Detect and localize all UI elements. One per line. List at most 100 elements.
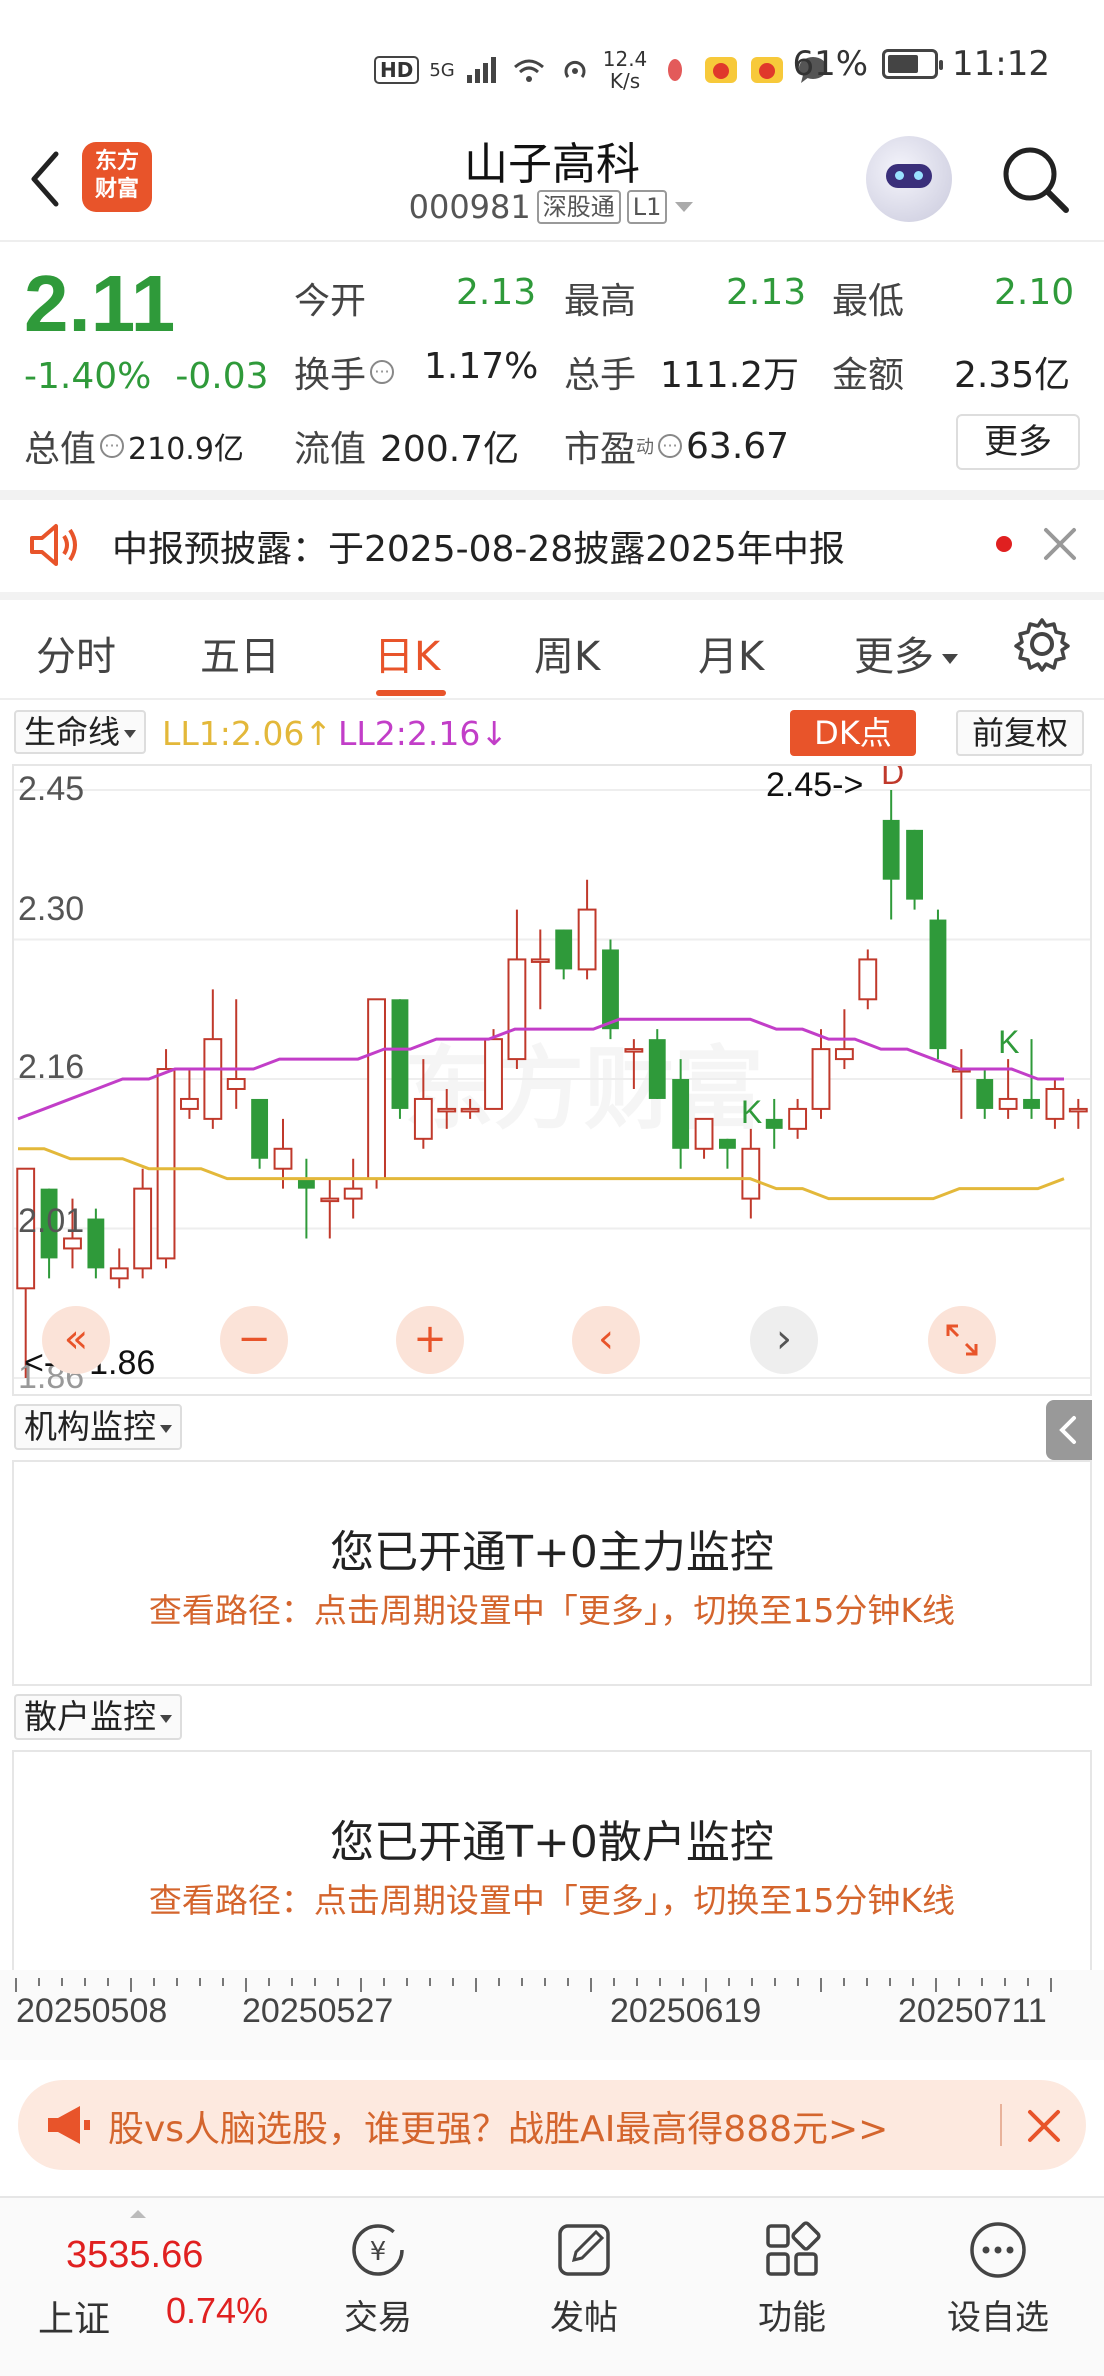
candle-body [906, 829, 923, 900]
monitor-path: 查看路径：点击周期设置中「更多」，切换至15分钟K线 [148, 1881, 956, 1920]
ll1-value: LL1:2.06↑ [162, 714, 333, 753]
turnover-field[interactable]: 换手 ··· [294, 346, 398, 398]
search-icon[interactable] [998, 142, 1072, 216]
candle [741, 1128, 761, 1219]
info-icon: ··· [370, 360, 395, 384]
signal-icon [466, 57, 496, 83]
retail-monitor-select[interactable]: 散户监控 [14, 1694, 182, 1740]
tab-weekly-k[interactable]: 周K [534, 624, 600, 682]
amount-value: 2.35亿 [954, 355, 1071, 396]
battery-icon [882, 49, 944, 79]
dk-point-button[interactable]: DK点 [790, 710, 916, 756]
mcap-field[interactable]: 总值 ··· 210.9亿 [24, 420, 244, 472]
hotspot-icon [564, 60, 586, 78]
candle [577, 879, 597, 980]
rewind-button[interactable]: « [42, 1306, 110, 1374]
app-notification-icon [668, 59, 683, 81]
grid-icon [766, 2221, 821, 2276]
candle [765, 1098, 783, 1149]
candle [156, 1049, 176, 1269]
indicator-select[interactable]: 生命线 [14, 710, 147, 754]
nav-functions[interactable]: 功能 [722, 2218, 862, 2339]
post-edit-icon [558, 2224, 610, 2276]
candle-body [834, 1048, 854, 1061]
kline-chart[interactable]: 东方财富 KDK 2.45 2.30 2.16 2.01 1.86 2.45-> [12, 764, 1092, 1396]
candle-body [343, 1187, 363, 1200]
announcement-bar[interactable]: 中报预披露：于2025-08-28披露2025年中报 [0, 500, 1104, 592]
zoom-in-button[interactable]: + [396, 1306, 464, 1374]
ll2-value: LL2:2.16↓ [338, 714, 509, 753]
retail-monitor-panel[interactable]: 您已开通T+0散户监控 查看路径：点击周期设置中「更多」，切换至15分钟K线 [12, 1750, 1092, 1976]
divider [0, 592, 1104, 600]
side-panel-toggle[interactable] [1046, 1400, 1092, 1460]
announcement-text: 中报预披露：于2025-08-28披露2025年中报 [112, 529, 845, 570]
candle-body [741, 1147, 761, 1200]
candle [906, 829, 923, 910]
candle-body [1045, 1087, 1065, 1120]
tab-daily-k[interactable]: 日K [374, 624, 440, 682]
more-quote-button[interactable]: 更多 [956, 414, 1080, 470]
pe-sup: 动 [636, 437, 655, 458]
candle [555, 929, 573, 980]
adjust-button[interactable]: 前复权 [956, 710, 1084, 756]
close-icon[interactable] [1040, 524, 1080, 564]
low-label: 最低 [832, 281, 905, 322]
candle-body [788, 1107, 808, 1130]
candle-body [251, 1098, 269, 1159]
candle-body [530, 958, 550, 963]
fullscreen-button[interactable] [928, 1306, 996, 1374]
promo-banner[interactable]: 股vs人脑选股，谁更强？战胜AI最高得888元>> [18, 2080, 1086, 2170]
expand-up-icon[interactable] [130, 2210, 146, 2218]
promo-text: 股vs人脑选股，谁更强？战胜AI最高得888元>> [108, 2109, 889, 2150]
candle-body [460, 1107, 480, 1113]
index-name[interactable]: 上证 [38, 2290, 110, 2342]
caret-down-icon [160, 1424, 172, 1433]
candle-body [507, 958, 527, 1061]
prev-button[interactable]: ‹ [572, 1306, 640, 1374]
candle-body [133, 1187, 153, 1270]
tab-more[interactable]: 更多 [854, 624, 958, 682]
signal-label: K [998, 1024, 1019, 1060]
tab-minute[interactable]: 分时 [36, 624, 116, 682]
date-axis: 20250508 20250527 20250619 20250711 [0, 1970, 1104, 2060]
next-button[interactable]: › [750, 1306, 818, 1374]
tab-five-day[interactable]: 五日 [200, 624, 280, 682]
candle-body [648, 1039, 666, 1099]
monitor-select-label: 机构监控 [24, 1407, 156, 1446]
index-value[interactable]: 3535.66 [66, 2234, 203, 2277]
nav-label: 交易 [344, 2298, 412, 2338]
chevron-down-icon [675, 202, 694, 212]
open-field: 今开 [294, 272, 366, 324]
chart-header: 生命线 LL1:2.06↑ LL2:2.16↓ DK点 前复权 [0, 704, 1104, 758]
candle [882, 790, 900, 920]
pe-field[interactable]: 市盈动 ··· 63.67 [564, 420, 789, 472]
level-tag: L1 [626, 190, 668, 224]
price-change: -1.40% -0.03 [24, 356, 269, 397]
date-label: 20250527 [242, 1992, 394, 2030]
candle [109, 1248, 129, 1289]
svg-text:¥: ¥ [370, 2237, 387, 2267]
candle-body [998, 1097, 1018, 1110]
gear-icon[interactable] [1014, 616, 1070, 672]
candle-body [672, 1079, 690, 1149]
candle-body [929, 919, 947, 1050]
nav-trade[interactable]: ¥ 交易 [308, 2218, 448, 2339]
volume-label: 总手 [564, 355, 637, 396]
info-icon: ··· [658, 434, 683, 458]
candle-body [484, 1038, 503, 1110]
nav-watchlist[interactable]: 设自选 [928, 2218, 1068, 2339]
y-tick-label: 2.01 [18, 1202, 85, 1240]
index-change[interactable]: 0.74% [166, 2290, 268, 2332]
last-price: 2.11 [24, 259, 176, 348]
nav-post[interactable]: 发帖 [514, 2218, 654, 2339]
tab-monthly-k[interactable]: 月K [698, 624, 764, 682]
ai-assistant-icon[interactable] [866, 136, 952, 222]
kline-svg: K D K [14, 766, 1090, 1379]
caret-down-icon [160, 1714, 172, 1723]
candle-body [858, 958, 878, 1001]
close-icon[interactable] [1024, 2106, 1064, 2146]
institution-monitor-select[interactable]: 机构监控 [14, 1404, 182, 1450]
zoom-out-button[interactable]: − [220, 1306, 288, 1374]
institution-monitor-panel[interactable]: 您已开通T+0主力监控 查看路径：点击周期设置中「更多」，切换至15分钟K线 [12, 1460, 1092, 1686]
period-tabs: 分时 五日 日K 周K 月K 更多 [0, 600, 1104, 700]
